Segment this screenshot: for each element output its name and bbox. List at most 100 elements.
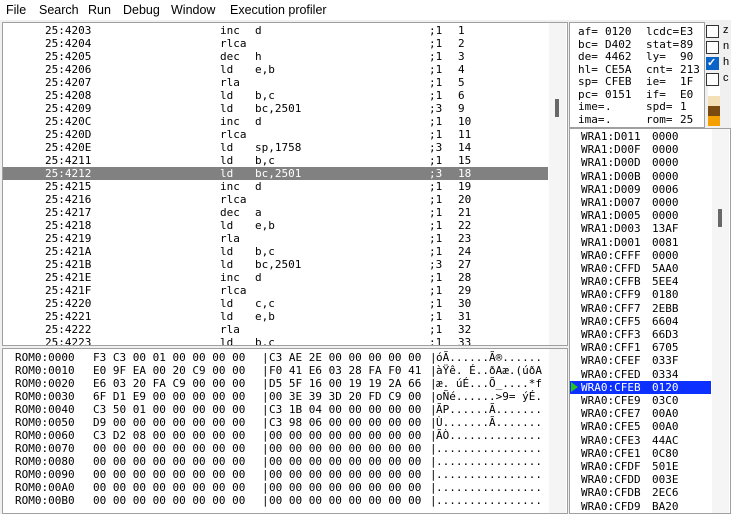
disasm-scrollbar[interactable] <box>549 23 566 345</box>
disasm-operands: b,c <box>255 245 275 258</box>
hex-row[interactable]: ROM0:0030 6F D1 E9 00 00 00 00 00 | 00 3E 3… <box>3 390 548 403</box>
stack-row[interactable]: WRA1:D011 0000 <box>570 130 711 143</box>
stack-row[interactable]: WRA1:D00F 0000 <box>570 143 711 156</box>
stack-row[interactable]: WRA0:CFDD 003E <box>570 473 711 486</box>
stack-row[interactable]: WRA1:D00B 0000 <box>570 170 711 183</box>
stack-row[interactable]: WRA0:CFF9 0180 <box>570 288 711 301</box>
stack-row[interactable]: WRA1:D003 13AF <box>570 222 711 235</box>
disasm-row[interactable]: 25:420D rlca ;1 11 <box>3 128 548 141</box>
stack-row[interactable]: WRA0:CFE5 00A0 <box>570 420 711 433</box>
disasm-cycles: ;1 <box>429 245 443 258</box>
disasm-row[interactable]: 25:421A ld b,c ;1 24 <box>3 245 548 258</box>
disasm-scroll-thumb[interactable] <box>555 99 559 117</box>
hex-row[interactable]: ROM0:00A0 00 00 00 00 00 00 00 00 | 00 00 0… <box>3 481 548 494</box>
stack-row[interactable]: WRA0:CFD9 BA20 <box>570 500 711 513</box>
disasm-cycles: ;3 <box>429 102 443 115</box>
stack-row[interactable]: WRA0:CFF3 66D3 <box>570 328 711 341</box>
disasm-line: 31 <box>458 310 472 323</box>
disasm-row[interactable]: 25:4206 ld e,b ;1 4 <box>3 63 548 76</box>
hex-row[interactable]: ROM0:00B0 00 00 00 00 00 00 00 00 | 00 00 0… <box>3 494 548 507</box>
disasm-row[interactable]: 25:4219 rla ;1 23 <box>3 232 548 245</box>
hex-row[interactable]: ROM0:0000 F3 C3 00 01 00 00 00 00 | C3 AE 2… <box>3 351 548 364</box>
disasm-row[interactable]: 25:4205 dec h ;1 3 <box>3 50 548 63</box>
flag-checkbox[interactable] <box>706 25 719 38</box>
register-name: ly= <box>646 50 666 63</box>
stack-row[interactable]: WRA0:CFED 0334 <box>570 368 711 381</box>
stack-row[interactable]: WRA0:CFFD 5AA0 <box>570 262 711 275</box>
hex-row[interactable]: ROM0:0010 E0 9F EA 00 20 C9 00 00 | F0 41 E… <box>3 364 548 377</box>
disasm-row[interactable]: 25:4217 dec a ;1 21 <box>3 206 548 219</box>
stack-row[interactable]: WRA0:CFE3 44AC <box>570 434 711 447</box>
stack-row[interactable]: WRA0:CFEB 0120 <box>570 380 711 394</box>
stack-row[interactable]: WRA0:CFFF 0000 <box>570 249 711 262</box>
hex-separator: | <box>262 429 269 442</box>
stack-row[interactable]: WRA1:D005 0000 <box>570 209 711 222</box>
menu-window[interactable]: Window <box>171 3 215 17</box>
flag-checkbox[interactable]: ✓ <box>706 57 719 70</box>
hex-row[interactable]: ROM0:0020 E6 03 20 FA C9 00 00 00 | D5 5F 1… <box>3 377 548 390</box>
disasm-row[interactable]: 25:4216 rlca ;1 20 <box>3 193 548 206</box>
hex-separator: | <box>262 390 269 403</box>
disasm-row[interactable]: 25:4209 ld bc,2501 ;3 9 <box>3 102 548 115</box>
disasm-cycles: ;1 <box>429 37 443 50</box>
stack-row[interactable]: WRA0:CFE9 03C0 <box>570 394 711 407</box>
hex-bytes-high: 00 00 00 00 00 00 00 00 <box>269 481 422 494</box>
stack-row[interactable]: WRA0:CFDF 501E <box>570 460 711 473</box>
stack-row[interactable]: WRA0:CFF5 6604 <box>570 315 711 328</box>
stack-row[interactable]: WRA0:CFE1 0C80 <box>570 447 711 460</box>
stack-row[interactable]: WRA0:CFEF 033F <box>570 354 711 367</box>
hex-bytes-high: 00 00 00 00 00 00 00 00 <box>269 455 422 468</box>
disasm-row[interactable]: 25:4223 ld b,c ;1 33 <box>3 336 548 345</box>
disassembly-pane[interactable]: 25:4203 inc d ;1 1 25:4204 rlca ;1 2 25:4205 dec h;… <box>2 22 568 346</box>
disasm-row[interactable]: 25:4218 ld e,b ;1 22 <box>3 219 548 232</box>
stack-address: WRA0:CFE1 <box>581 446 641 460</box>
hex-row[interactable]: ROM0:0080 00 00 00 00 00 00 00 00 | 00 00 0… <box>3 455 548 468</box>
disasm-row[interactable]: 25:4220 ld c,c ;1 30 <box>3 297 548 310</box>
disasm-row[interactable]: 25:4215 inc d ;1 19 <box>3 180 548 193</box>
stack-scroll-thumb[interactable] <box>718 209 722 227</box>
menu-execution-profiler[interactable]: Execution profiler <box>230 3 327 17</box>
stack-row[interactable]: WRA1:D007 0000 <box>570 196 711 209</box>
menu-run[interactable]: Run <box>88 3 111 17</box>
hex-row[interactable]: ROM0:0040 C3 50 01 00 00 00 00 00 | C3 1B 0… <box>3 403 548 416</box>
flag-checkbox[interactable] <box>706 73 719 86</box>
menu-debug[interactable]: Debug <box>123 3 160 17</box>
hex-scrollbar[interactable] <box>549 349 566 513</box>
stack-pane[interactable]: WRA1:D011 0000 WRA1:D00F 0000 WRA1:D00D 0000 W… <box>569 128 731 514</box>
disasm-row[interactable]: 25:4203 inc d ;1 1 <box>3 24 548 37</box>
stack-row[interactable]: WRA1:D001 0081 <box>570 236 711 249</box>
hex-row[interactable]: ROM0:0060 C3 D2 08 00 00 00 00 00 | 00 00 0… <box>3 429 548 442</box>
disasm-row[interactable]: 25:4211 ld b,c ;1 15 <box>3 154 548 167</box>
disasm-row[interactable]: 25:4212 ld bc,2501 ;3 18 <box>3 167 548 180</box>
stack-row[interactable]: WRA0:CFF1 6705 <box>570 341 711 354</box>
hex-row[interactable]: ROM0:0090 00 00 00 00 00 00 00 00 | 00 00 0… <box>3 468 548 481</box>
stack-row[interactable]: WRA1:D009 0006 <box>570 183 711 196</box>
stack-row[interactable]: WRA0:CFE7 00A0 <box>570 407 711 420</box>
disasm-row[interactable]: 25:421E inc d ;1 28 <box>3 271 548 284</box>
disasm-address: 25:420E <box>45 141 92 154</box>
disasm-row[interactable]: 25:4207 rla ;1 5 <box>3 76 548 89</box>
disasm-row[interactable]: 25:4222 rla ;1 32 <box>3 323 548 336</box>
hex-row[interactable]: ROM0:0070 00 00 00 00 00 00 00 00 | 00 00 0… <box>3 442 548 455</box>
disasm-row[interactable]: 25:421B ld bc,2501 ;3 27 <box>3 258 548 271</box>
stack-row[interactable]: WRA0:CFF7 2EBB <box>570 302 711 315</box>
menu-search[interactable]: Search <box>39 3 79 17</box>
stack-scrollbar[interactable] <box>712 129 729 513</box>
hex-bytes-high: 00 00 00 00 00 00 00 00 <box>269 442 422 455</box>
disasm-line: 28 <box>458 271 472 284</box>
stack-row[interactable]: WRA0:CFDB 2EC6 <box>570 486 711 499</box>
disasm-row[interactable]: 25:420C inc d ;1 10 <box>3 115 548 128</box>
register-value: 25 <box>680 112 694 126</box>
menu-file[interactable]: File <box>6 3 26 17</box>
memory-hex-pane[interactable]: ROM0:0000 F3 C3 00 01 00 00 00 00 | C3 AE 2… <box>2 348 568 514</box>
disasm-row[interactable]: 25:4204 rlca ;1 2 <box>3 37 548 50</box>
flag-checkbox[interactable] <box>706 41 719 54</box>
stack-row[interactable]: WRA0:CFFB 5EE4 <box>570 275 711 288</box>
disasm-row[interactable]: 25:420E ld sp,1758 ;3 14 <box>3 141 548 154</box>
stack-value: 00A0 <box>652 407 679 421</box>
disasm-row[interactable]: 25:4221 ld e,b ;1 31 <box>3 310 548 323</box>
disasm-row[interactable]: 25:421F rlca ;1 29 <box>3 284 548 297</box>
stack-row[interactable]: WRA1:D00D 0000 <box>570 156 711 169</box>
disasm-row[interactable]: 25:4208 ld b,c ;1 6 <box>3 89 548 102</box>
hex-row[interactable]: ROM0:0050 D9 00 00 00 00 00 00 00 | C3 98 0… <box>3 416 548 429</box>
